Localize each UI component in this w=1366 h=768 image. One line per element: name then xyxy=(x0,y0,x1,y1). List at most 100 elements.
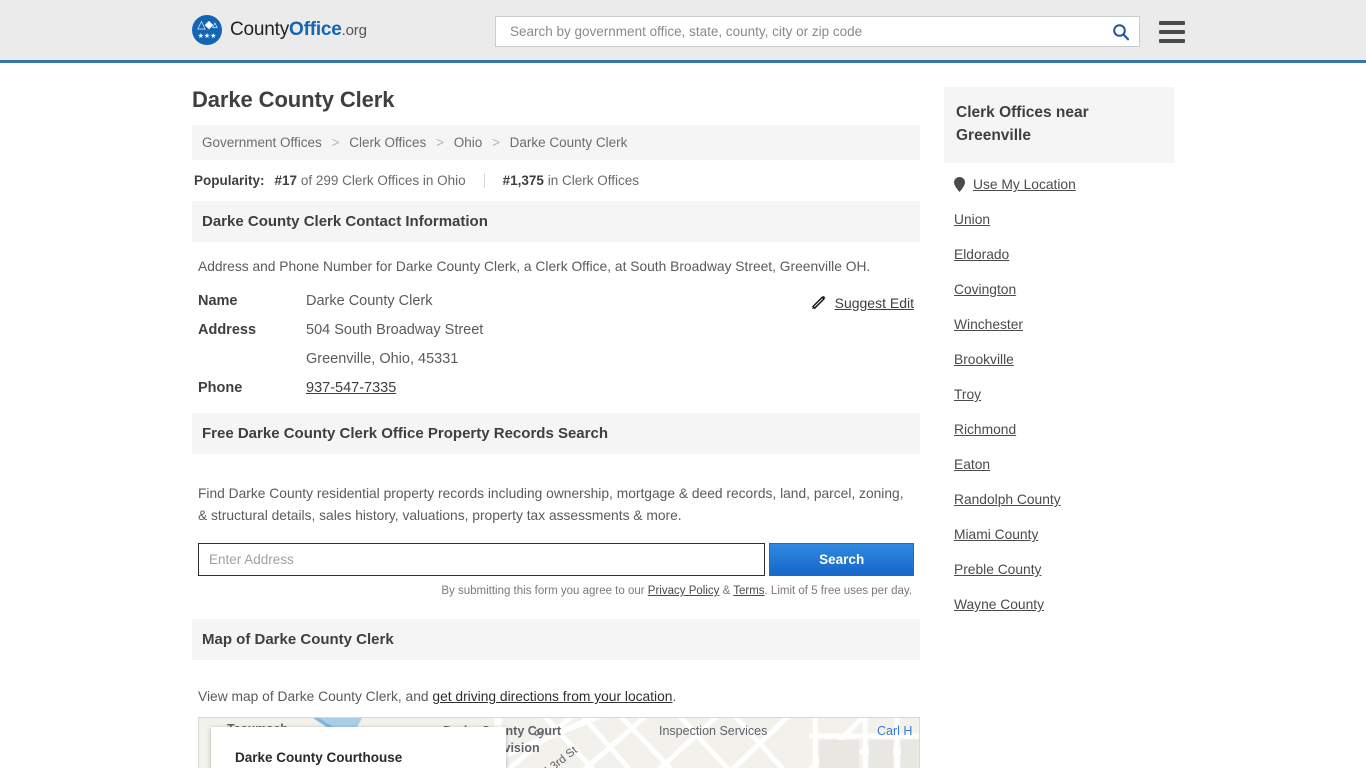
suggest-edit-label: Suggest Edit xyxy=(834,295,914,311)
hamburger-bar-2 xyxy=(1159,29,1185,34)
contact-row-address-value: 504 South Broadway Street xyxy=(306,322,484,338)
popularity-state-rank: #17 of 299 Clerk Offices in Ohio xyxy=(275,173,485,188)
map-embed[interactable]: Tecumseh Darke County Court Division S E… xyxy=(198,717,920,768)
logo-text: CountyOffice.org xyxy=(230,19,367,41)
sidebar-item-randolph-county[interactable]: Randolph County xyxy=(954,492,1174,507)
popularity-label: Popularity: xyxy=(194,173,265,188)
search-box[interactable] xyxy=(495,16,1140,47)
contact-section-heading: Darke County Clerk Contact Information xyxy=(192,201,920,242)
map-description-suffix: . xyxy=(672,689,677,704)
sidebar-item-use-my-location[interactable]: Use My Location xyxy=(954,177,1174,192)
contact-row-name: Name Darke County Clerk xyxy=(198,293,914,309)
phone-link[interactable]: 937-547-7335 xyxy=(306,380,396,396)
sidebar-link-eaton[interactable]: Eaton xyxy=(954,457,990,472)
sidebar-item-richmond[interactable]: Richmond xyxy=(954,422,1174,437)
sidebar-link-randolph-county[interactable]: Randolph County xyxy=(954,492,1061,507)
sidebar-list: Use My Location Union Eldorado Covington… xyxy=(944,163,1174,612)
breadcrumb-separator-1: > xyxy=(331,135,340,150)
hamburger-bar-1 xyxy=(1159,20,1185,25)
map-pin-icon xyxy=(954,177,965,192)
sidebar-item-preble-county[interactable]: Preble County xyxy=(954,562,1174,577)
page-body: Darke County Clerk Government Offices > … xyxy=(0,63,1366,768)
contact-section-body: Address and Phone Number for Darke Count… xyxy=(192,242,920,413)
page-title: Darke County Clerk xyxy=(192,87,395,112)
breadcrumb: Government Offices > Clerk Offices > Ohi… xyxy=(192,125,920,160)
sidebar-item-union[interactable]: Union xyxy=(954,212,1174,227)
logo-text-part3: .org xyxy=(341,22,367,39)
sidebar-item-miami-county[interactable]: Miami County xyxy=(954,527,1174,542)
main-column: Darke County Clerk Government Offices > … xyxy=(192,63,920,768)
contact-row-name-value: Darke County Clerk xyxy=(306,293,433,309)
contact-row-address-line2-value: Greenville, Ohio, 45331 xyxy=(306,351,459,367)
header-search-area xyxy=(495,16,1185,47)
terms-link[interactable]: Terms xyxy=(733,585,764,597)
sidebar-item-eaton[interactable]: Eaton xyxy=(954,457,1174,472)
map-description: View map of Darke County Clerk, and get … xyxy=(198,689,914,704)
sidebar-heading: Clerk Offices near Greenville xyxy=(944,87,1174,163)
eagle-shield-icon: △◆▵ ★★★ xyxy=(192,15,222,45)
contact-row-phone: Phone 937-547-7335 xyxy=(198,380,914,396)
sidebar-link-richmond[interactable]: Richmond xyxy=(954,422,1016,437)
property-search-button[interactable]: Search xyxy=(769,543,914,576)
sidebar-item-wayne-county[interactable]: Wayne County xyxy=(954,597,1174,612)
map-label-inspection-services: Inspection Services xyxy=(659,724,768,738)
map-description-prefix: View map of Darke County Clerk, and xyxy=(198,689,433,704)
contact-lead-text: Address and Phone Number for Darke Count… xyxy=(198,259,871,274)
hamburger-menu-icon[interactable] xyxy=(1159,20,1185,43)
popularity-national-rank-text: in Clerk Offices xyxy=(547,173,639,188)
sidebar-link-troy[interactable]: Troy xyxy=(954,387,981,402)
privacy-policy-link[interactable]: Privacy Policy xyxy=(648,585,720,597)
sidebar-link-wayne-county[interactable]: Wayne County xyxy=(954,597,1044,612)
property-search-description: Find Darke County residential property r… xyxy=(198,486,904,523)
sidebar-link-union[interactable]: Union xyxy=(954,212,990,227)
property-search-body: Find Darke County residential property r… xyxy=(192,454,920,601)
breadcrumb-item-government-offices[interactable]: Government Offices xyxy=(202,135,322,150)
search-input[interactable] xyxy=(508,17,1111,46)
address-input[interactable] xyxy=(198,543,766,576)
site-logo[interactable]: △◆▵ ★★★ CountyOffice.org xyxy=(192,15,367,45)
sidebar-link-preble-county[interactable]: Preble County xyxy=(954,562,1041,577)
popularity-national-rank: #1,375 in Clerk Offices xyxy=(485,173,639,188)
breadcrumb-item-clerk-offices[interactable]: Clerk Offices xyxy=(349,135,426,150)
contact-row-phone-label: Phone xyxy=(198,380,243,396)
contact-row-address: Address 504 South Broadway Street xyxy=(198,322,914,338)
logo-text-part2: Office xyxy=(289,19,342,40)
map-info-card: Darke County Courthouse View larger map xyxy=(211,727,506,768)
use-my-location-link[interactable]: Use My Location xyxy=(973,177,1076,192)
logo-text-part1: County xyxy=(230,19,290,40)
sidebar-link-miami-county[interactable]: Miami County xyxy=(954,527,1038,542)
sidebar: Clerk Offices near Greenville Use My Loc… xyxy=(944,63,1174,768)
suggest-edit-button[interactable]: Suggest Edit xyxy=(811,294,914,312)
sidebar-link-winchester[interactable]: Winchester xyxy=(954,317,1023,332)
sidebar-link-eldorado[interactable]: Eldorado xyxy=(954,247,1009,262)
sidebar-item-winchester[interactable]: Winchester xyxy=(954,317,1174,332)
breadcrumb-separator-2: > xyxy=(436,135,444,150)
driving-directions-link[interactable]: get driving directions from your locatio… xyxy=(432,689,672,704)
property-search-heading: Free Darke County Clerk Office Property … xyxy=(192,413,920,454)
site-header: △◆▵ ★★★ CountyOffice.org xyxy=(0,0,1366,63)
sidebar-item-covington[interactable]: Covington xyxy=(954,282,1174,297)
popularity-national-rank-number: #1,375 xyxy=(502,173,544,188)
contact-row-address-label: Address xyxy=(198,322,257,338)
map-section-heading: Map of Darke County Clerk xyxy=(192,619,920,660)
map-label-carl-h: Carl H xyxy=(877,724,913,738)
hamburger-bar-3 xyxy=(1159,38,1185,43)
popularity-bar: Popularity: #17 of 299 Clerk Offices in … xyxy=(192,160,920,201)
breadcrumb-item-ohio[interactable]: Ohio xyxy=(454,135,483,150)
contact-row-phone-value: 937-547-7335 xyxy=(306,380,396,396)
property-search-form: Search xyxy=(198,543,914,576)
map-section-body: View map of Darke County Clerk, and get … xyxy=(192,660,920,768)
popularity-state-rank-number: #17 xyxy=(274,173,298,188)
sidebar-link-covington[interactable]: Covington xyxy=(954,282,1016,297)
sidebar-item-brookville[interactable]: Brookville xyxy=(954,352,1174,367)
breadcrumb-item-current: Darke County Clerk xyxy=(509,135,628,150)
search-icon[interactable] xyxy=(1111,22,1131,42)
sidebar-link-brookville[interactable]: Brookville xyxy=(954,352,1014,367)
contact-row-name-label: Name xyxy=(198,293,238,309)
contact-row-address-line2: Greenville, Ohio, 45331 xyxy=(198,351,914,367)
sidebar-item-eldorado[interactable]: Eldorado xyxy=(954,247,1174,262)
legal-amp: & xyxy=(719,585,734,597)
popularity-state-rank-text: of 299 Clerk Offices in Ohio xyxy=(300,173,466,188)
legal-prefix: By submitting this form you agree to our xyxy=(441,585,648,597)
sidebar-item-troy[interactable]: Troy xyxy=(954,387,1174,402)
